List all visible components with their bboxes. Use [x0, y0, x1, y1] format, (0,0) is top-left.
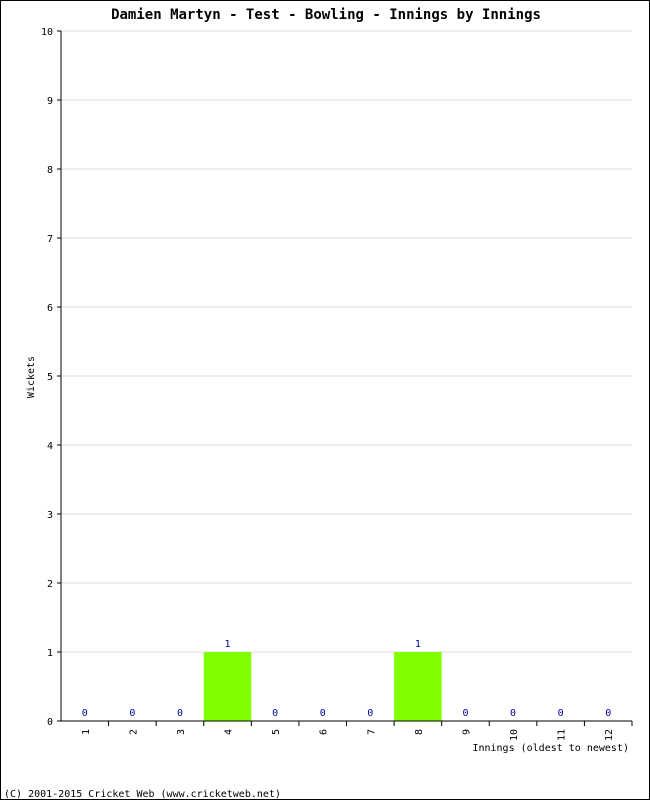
y-tick-label: 9 [47, 96, 53, 107]
bar [394, 652, 442, 721]
data-label: 0 [320, 708, 326, 719]
x-tick-label: 9 [461, 729, 472, 735]
x-tick-label: 2 [128, 729, 139, 735]
data-label: 1 [225, 639, 231, 650]
data-label: 0 [605, 708, 611, 719]
data-label: 0 [510, 708, 516, 719]
data-label: 0 [367, 708, 373, 719]
y-tick-label: 5 [47, 372, 53, 383]
x-tick-label: 1 [81, 729, 92, 735]
data-label: 1 [415, 639, 421, 650]
bar [203, 652, 252, 721]
x-tick-label: 3 [176, 729, 187, 735]
chart-title: Damien Martyn - Test - Bowling - Innings… [111, 7, 541, 23]
y-tick-label: 3 [47, 510, 53, 521]
data-label: 0 [558, 708, 564, 719]
x-tick-label: 10 [509, 729, 520, 741]
data-label: 0 [462, 708, 468, 719]
x-tick-label: 6 [319, 729, 330, 735]
data-label: 0 [177, 708, 183, 719]
y-tick-label: 1 [47, 648, 53, 659]
x-tick-label: 4 [224, 729, 235, 735]
data-label: 0 [272, 708, 278, 719]
y-axis-label: Wickets [26, 356, 37, 398]
y-tick-label: 8 [47, 165, 53, 176]
data-label: 0 [129, 708, 135, 719]
chart-container: Damien Martyn - Test - Bowling - Innings… [0, 0, 650, 800]
x-tick-label: 11 [557, 729, 568, 741]
x-tick-label: 5 [271, 729, 282, 735]
y-tick-label: 7 [47, 234, 53, 245]
y-tick-label: 2 [47, 579, 53, 590]
y-tick-label: 10 [41, 27, 53, 38]
y-tick-label: 4 [47, 441, 53, 452]
data-label: 0 [82, 708, 88, 719]
bar-chart: Damien Martyn - Test - Bowling - Innings… [4, 7, 633, 800]
y-tick-label: 6 [47, 303, 53, 314]
x-tick-label: 7 [366, 729, 377, 735]
x-axis-label: Innings (oldest to newest) [472, 743, 629, 754]
x-tick-label: 12 [604, 729, 615, 741]
footer-copyright: (C) 2001-2015 Cricket Web (www.cricketwe… [4, 789, 281, 800]
y-tick-label: 0 [47, 717, 53, 728]
x-tick-label: 8 [414, 729, 425, 735]
